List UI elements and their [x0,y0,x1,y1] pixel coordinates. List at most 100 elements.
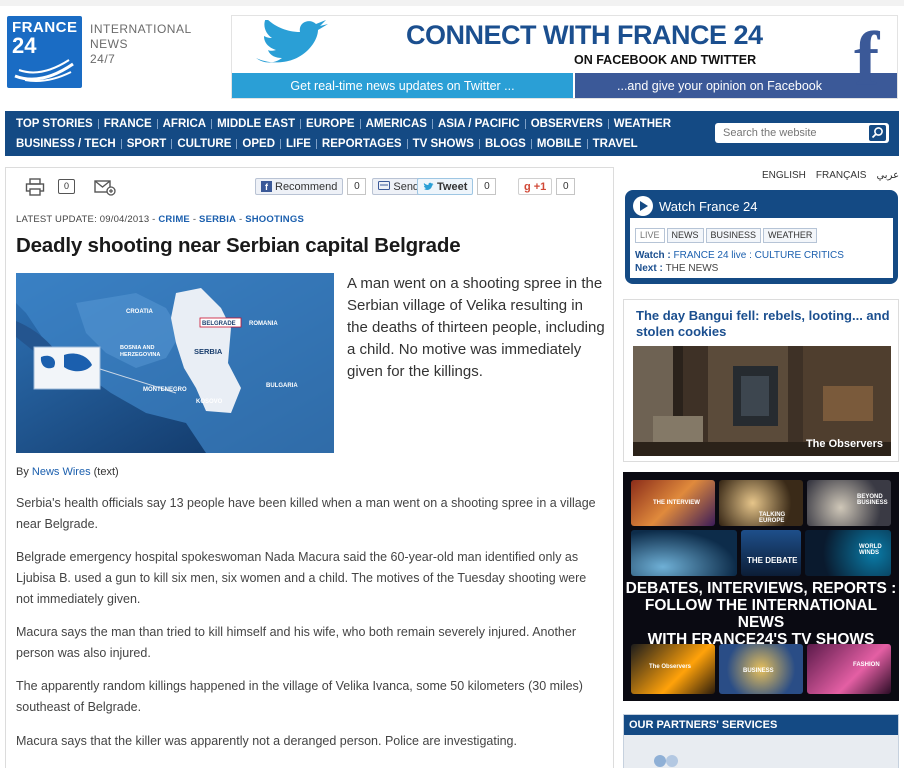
gplus-count: 0 [556,178,576,195]
promo-tile-talking-europe: TALKING EUROPE [719,480,803,526]
byline-author-link[interactable]: News Wires [32,466,91,478]
article-paragraph-1: Serbia's health officials say 13 people … [16,496,596,531]
latest-update: LATEST UPDATE: 09/04/2013 - CRIME - SERB… [16,214,304,225]
nav-oped[interactable]: OPED [237,138,280,150]
promo-tile-business: BUSINESS [719,644,803,694]
twitter-icon [423,182,434,190]
search-button[interactable] [869,125,886,141]
logo-swoosh-icon [14,59,74,82]
gplus-label: +1 [533,180,547,193]
nav-france[interactable]: FRANCE [99,118,157,130]
tagline: INTERNATIONAL NEWS 24/7 [90,22,192,67]
watch-tabs: LIVE NEWS BUSINESS WEATHER [635,228,818,243]
tab-business[interactable]: BUSINESS [705,228,762,243]
nav-asia-pacific[interactable]: ASIA / PACIFIC [433,118,525,130]
email-icon[interactable] [94,178,116,196]
promo-tile-world-label: WORLD WINDS [859,544,882,556]
nav-middle-east[interactable]: MIDDLE EAST [212,118,300,130]
tagline-line1: INTERNATIONAL [90,22,192,36]
lang-english[interactable]: ENGLISH [762,170,806,181]
send-label: Send [393,180,420,193]
banner-title: CONNECT WITH FRANCE 24 [406,20,763,50]
tweet-count: 0 [477,178,497,195]
map-label-kosovo: KOSOVO [196,399,223,405]
tab-weather[interactable]: WEATHER [763,228,818,243]
nav-life[interactable]: LIFE [281,138,316,150]
nav-mobile[interactable]: MOBILE [532,138,587,150]
promo-tile-observers: The Observers [631,644,715,694]
article-paragraph-5: Macura says that the killer was apparent… [16,734,517,748]
category-serbia[interactable]: SERBIA [199,214,236,225]
connect-banner[interactable]: CONNECT WITH FRANCE 24 ON FACEBOOK AND T… [231,15,898,99]
cat-sep: - [189,214,200,225]
tweet-label: Tweet [437,180,468,193]
category-crime[interactable]: CRIME [158,214,190,225]
lang-arabic[interactable]: عربي [876,170,899,181]
nav-culture[interactable]: CULTURE [172,138,236,150]
recommend-label: Recommend [275,180,338,193]
facebook-link[interactable]: ...and give your opinion on Facebook [575,73,897,98]
play-icon[interactable] [633,196,653,216]
map-label-romania: ROMANIA [249,321,278,327]
partner-logo-icon[interactable] [650,749,690,768]
nav-business-tech[interactable]: BUSINESS / TECH [11,138,121,150]
tv-shows-promo[interactable]: THE INTERVIEW TALKING EUROPE BEYOND BUSI… [623,472,899,701]
article-map-image: CROATIA BOSNIA AND HERZEGOVINA SERBIA BE… [16,273,334,453]
promo-tile-interview-label: THE INTERVIEW [653,500,700,506]
article-headline: Deadly shooting near Serbian capital Bel… [16,234,461,257]
watch-now-line[interactable]: Watch : FRANCE 24 live : CULTURE CRITICS [635,250,844,261]
watch-body: LIVE NEWS BUSINESS WEATHER Watch : FRANC… [630,218,893,278]
watch-widget: Watch France 24 LIVE NEWS BUSINESS WEATH… [625,190,898,284]
nav-americas[interactable]: AMERICAS [361,118,432,130]
tab-news[interactable]: NEWS [666,228,704,243]
nav-africa[interactable]: AFRICA [158,118,211,130]
france24-logo[interactable]: FRANCE 24 [7,16,82,88]
nav-weather[interactable]: WEATHER [609,118,676,130]
article-paragraph-4: The apparently random killings happened … [16,679,583,714]
category-shootings[interactable]: SHOOTINGS [245,214,304,225]
recommend-button[interactable]: f Recommend [255,178,344,195]
promo-line-1: DEBATES, INTERVIEWS, REPORTS : [625,580,897,597]
watch-title[interactable]: Watch France 24 [659,199,758,214]
nav-reportages[interactable]: REPORTAGES [317,138,407,150]
map-label-bosnia1: BOSNIA AND [120,345,154,351]
nav-blogs[interactable]: BLOGS [480,138,531,150]
byline-suffix: (text) [90,466,119,478]
featured-story[interactable]: The day Bangui fell: rebels, looting... … [623,299,899,462]
lang-francais[interactable]: FRANÇAIS [816,170,867,181]
twitter-link[interactable]: Get real-time news updates on Twitter ..… [232,73,573,98]
nav-observers[interactable]: OBSERVERS [526,118,608,130]
nav-europe[interactable]: EUROPE [301,118,360,130]
nav-tv-shows[interactable]: TV SHOWS [408,138,479,150]
nav-row-2: BUSINESS / TECH SPORT CULTURE OPED LIFE … [11,135,643,153]
top-strip [0,0,904,6]
promo-tile-fashion: FASHION [807,644,891,694]
comment-count-icon[interactable]: 0 [58,179,75,194]
map-label-belgrade: BELGRADE [202,321,236,327]
watch-next-line: Next : THE NEWS [635,263,718,274]
gplus-share: g +1 0 [518,178,576,195]
byline: By News Wires (text) [16,466,119,478]
map-label-serbia: SERBIA [194,347,223,356]
cat-sep: - [236,214,246,225]
promo-tile-debate: THE DEBATE [741,530,801,576]
nav-row-1: TOP STORIES FRANCE AFRICA MIDDLE EAST EU… [11,115,676,133]
tweet-button[interactable]: Tweet [417,178,474,195]
recommend-count: 0 [347,178,367,195]
watch-next-label: Next : [635,263,666,274]
featured-story-title[interactable]: The day Bangui fell: rebels, looting... … [636,308,891,340]
nav-travel[interactable]: TRAVEL [588,138,643,150]
print-icon[interactable] [25,178,45,196]
language-switcher: ENGLISH FRANÇAIS عربي [762,170,899,181]
tab-live[interactable]: LIVE [635,228,665,243]
featured-story-image[interactable]: The Observers [633,346,891,456]
search-input[interactable] [723,125,863,141]
partners-title: OUR PARTNERS' SERVICES [624,715,898,735]
promo-tile-beyond-label: BEYOND BUSINESS [857,494,888,506]
promo-tile-fashion-label: FASHION [853,662,880,668]
nav-sport[interactable]: SPORT [122,138,172,150]
facebook-f-icon: f [854,17,880,99]
article-toolbar: 0 f Recommend 0 Send Tweet 0 g +1 0 [6,168,613,204]
nav-top-stories[interactable]: TOP STORIES [11,118,98,130]
gplus-button[interactable]: g +1 [518,178,553,195]
